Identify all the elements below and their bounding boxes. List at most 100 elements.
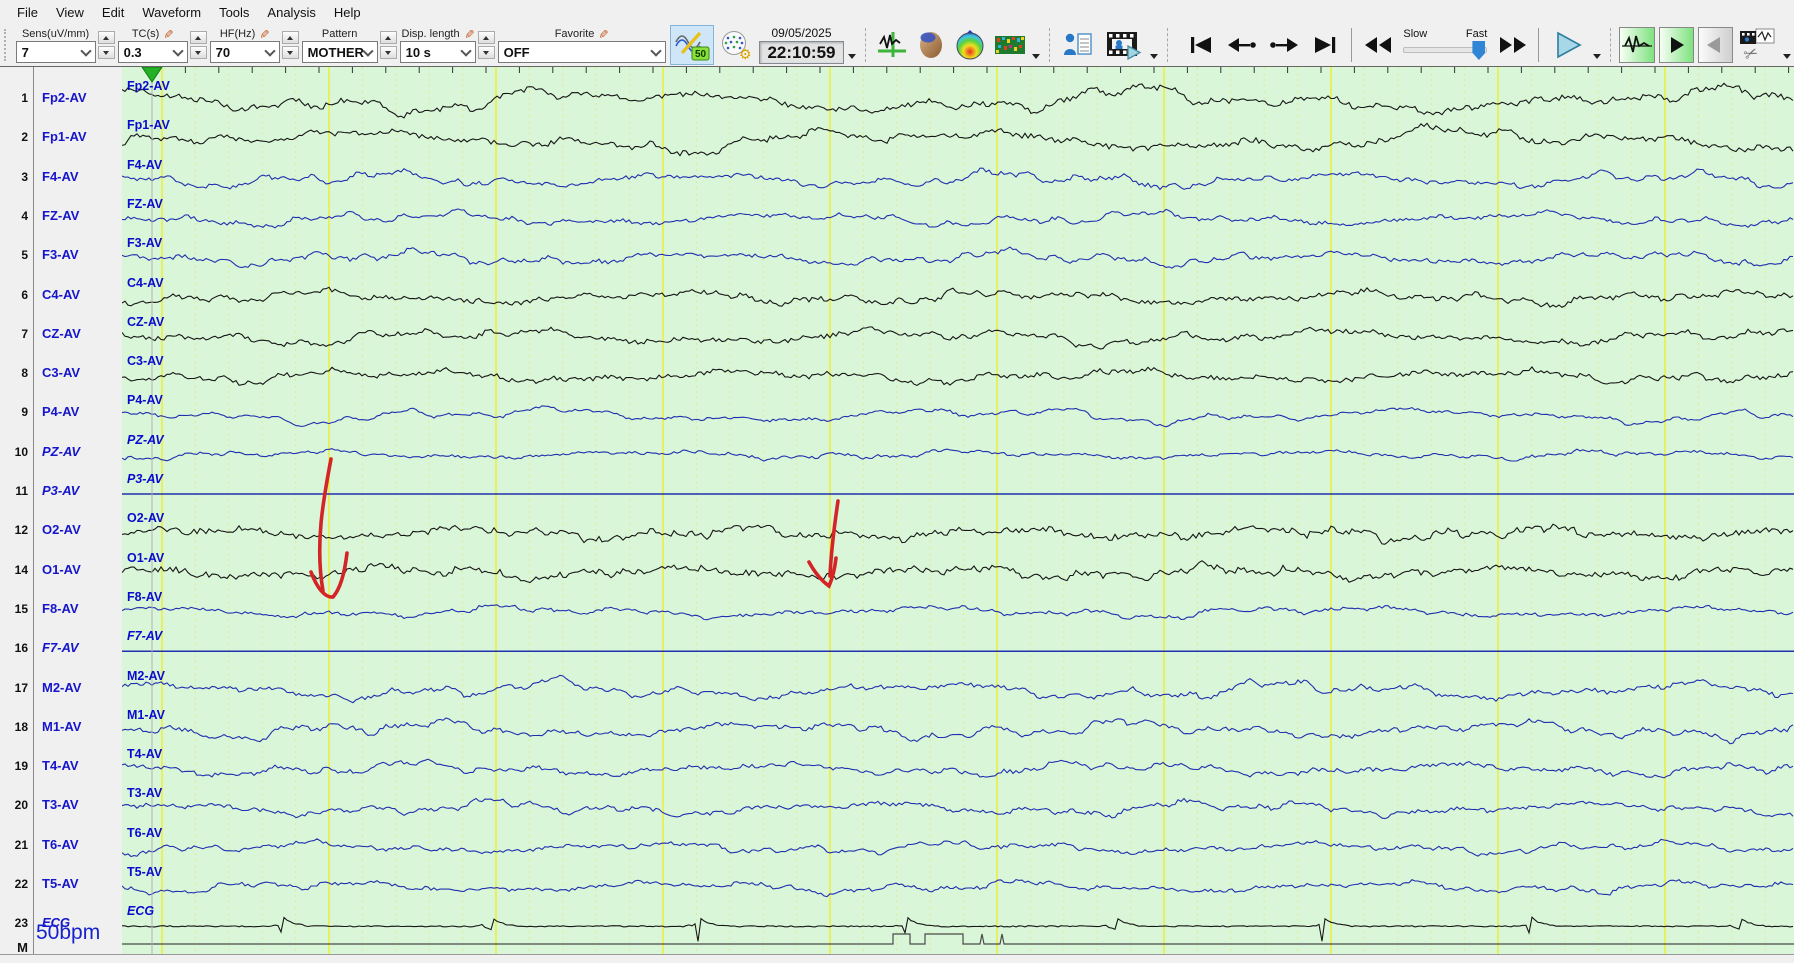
channel-label-f8-av[interactable]: F8-AV <box>42 601 79 616</box>
review-waveform-button[interactable] <box>1619 27 1655 63</box>
menu-help[interactable]: Help <box>325 2 370 23</box>
disp-length-combobox[interactable]: 10 s <box>399 41 476 63</box>
patient-info-button[interactable] <box>1058 25 1099 65</box>
video-options-arrow[interactable] <box>1149 54 1158 59</box>
play-options-arrow[interactable] <box>1592 54 1601 59</box>
skip-to-start-button[interactable] <box>1183 25 1220 65</box>
channel-label-cz-av[interactable]: CZ-AV <box>42 326 81 341</box>
channel-label-p4-av[interactable]: P4-AV <box>42 404 79 419</box>
channel-label-o1-av[interactable]: O1-AV <box>42 562 81 577</box>
chevron-down-icon <box>79 44 92 57</box>
speed-slider-thumb[interactable] <box>1472 41 1486 60</box>
toolbar-separator <box>1166 28 1169 62</box>
pattern-combobox[interactable]: MOTHER <box>301 41 378 63</box>
step-forward-button[interactable] <box>1264 25 1305 65</box>
channel-number: 14 <box>14 562 28 577</box>
channel-label-c3-av[interactable]: C3-AV <box>42 365 80 380</box>
pattern-spin-up[interactable] <box>379 31 397 44</box>
record-time[interactable]: 22:10:59 <box>759 41 844 64</box>
filter-50-icon: 50 <box>675 31 710 61</box>
play-button[interactable] <box>1547 25 1589 65</box>
hf-spin-down[interactable] <box>281 46 299 59</box>
montage-settings-button[interactable]: ⚙ <box>716 25 757 65</box>
play-forward-green-button[interactable] <box>1658 27 1694 63</box>
step-back-button[interactable] <box>1221 25 1262 65</box>
sens-spin-up[interactable] <box>97 31 115 44</box>
review-modes-arrow[interactable] <box>1031 54 1040 59</box>
channel-label-t6-av[interactable]: T6-AV <box>42 837 79 852</box>
channel-number: 6 <box>21 287 28 302</box>
edit-pencil-icon[interactable]: ✎ <box>596 28 610 38</box>
channel-label-p3-av[interactable]: P3-AV <box>42 483 79 498</box>
hf-combobox[interactable]: 70 <box>209 41 280 63</box>
annotation-layer <box>141 67 840 956</box>
tc-combobox[interactable]: 0.3 <box>117 41 188 63</box>
edit-pencil-icon[interactable]: ✎ <box>161 28 175 38</box>
channel-label-f3-av[interactable]: F3-AV <box>42 247 79 262</box>
disp-length-spin-down[interactable] <box>477 46 495 59</box>
channel-label-t4-av[interactable]: T4-AV <box>42 758 79 773</box>
video-button[interactable] <box>1100 25 1146 65</box>
menu-waveform[interactable]: Waveform <box>133 2 210 23</box>
channel-label-m1-av[interactable]: M1-AV <box>42 719 81 734</box>
trace-label-o1-av: O1-AV <box>127 550 165 565</box>
hf-group: HF(Hz) ✎ 70 <box>209 26 299 64</box>
trace-label-fp2-av: Fp2-AV <box>127 79 170 93</box>
sens-spin-down[interactable] <box>97 46 115 59</box>
scissors-icon: ✂ <box>1741 42 1761 62</box>
toolbar: Sens(uV/mm) 7 TC(s) ✎ 0.3 HF(Hz) ✎ 70 Patt… <box>0 24 1794 66</box>
channel-label-m2-av[interactable]: M2-AV <box>42 680 81 695</box>
trace-label-c4-av: C4-AV <box>127 275 164 290</box>
disp-length-spin-up[interactable] <box>477 31 495 44</box>
play-reverse-disabled-button[interactable] <box>1697 27 1733 63</box>
menu-edit[interactable]: Edit <box>93 2 133 23</box>
channel-label-fz-av[interactable]: FZ-AV <box>42 208 79 223</box>
speed-slider[interactable]: Slow Fast <box>1399 26 1491 64</box>
tc-spin-down[interactable] <box>189 46 207 59</box>
channel-number: 3 <box>21 169 28 184</box>
channel-number: 21 <box>14 837 28 852</box>
channel-label-fp1-av[interactable]: Fp1-AV <box>42 129 87 144</box>
clip-video-button[interactable]: ✂ <box>1736 25 1780 65</box>
hf-spin-up[interactable] <box>281 31 299 44</box>
datetime-display: 09/05/2025 22:10:59 <box>759 26 844 64</box>
channel-label-f7-av[interactable]: F7-AV <box>42 640 79 655</box>
rewind-button[interactable] <box>1359 25 1396 65</box>
trace-label-c3-av: C3-AV <box>127 354 164 369</box>
tc-spin-up[interactable] <box>189 31 207 44</box>
toolbar-separator <box>864 28 867 62</box>
channel-label-c4-av[interactable]: C4-AV <box>42 287 80 302</box>
channel-label-t5-av[interactable]: T5-AV <box>42 876 79 891</box>
head-3d-map-button[interactable] <box>912 25 949 65</box>
topo-map-button[interactable] <box>951 25 988 65</box>
spectrogram-button[interactable] <box>990 25 1029 65</box>
channel-number: 19 <box>14 759 28 774</box>
ac-filter-50-button[interactable]: 50 <box>669 25 714 65</box>
waveform-review-button[interactable] <box>873 25 910 65</box>
trace-label-f8-av: F8-AV <box>127 589 163 604</box>
edit-pencil-icon[interactable]: ✎ <box>462 28 476 38</box>
skip-to-end-button[interactable] <box>1307 25 1344 65</box>
favorite-combobox[interactable]: OFF <box>497 41 666 63</box>
clip-options-arrow[interactable] <box>1782 54 1791 59</box>
edit-pencil-icon[interactable]: ✎ <box>257 28 271 38</box>
toolbar-grip[interactable] <box>4 29 11 61</box>
menu-file[interactable]: File <box>8 2 47 23</box>
channel-label-o2-av[interactable]: O2-AV <box>42 522 81 537</box>
channel-label-f4-av[interactable]: F4-AV <box>42 169 79 184</box>
menu-analysis[interactable]: Analysis <box>258 2 324 23</box>
heart-rate-label: 50bpm <box>36 921 101 944</box>
menu-tools[interactable]: Tools <box>210 2 258 23</box>
channel-number: 5 <box>21 248 28 263</box>
waveform-plot[interactable]: Fp2-AV Fp1-AV F4-AV FZ-AV F3-AV C4-AV CZ-AV C3-… <box>122 67 1794 956</box>
datetime-options-arrow[interactable] <box>847 54 856 59</box>
pattern-spin-down[interactable] <box>379 46 397 59</box>
sens-combobox[interactable]: 7 <box>15 41 96 63</box>
fast-forward-button[interactable] <box>1494 25 1531 65</box>
trace-label-t5-av: T5-AV <box>127 865 163 879</box>
speed-slider-track[interactable] <box>1403 41 1488 60</box>
channel-label-fp2-av[interactable]: Fp2-AV <box>42 90 87 105</box>
menu-view[interactable]: View <box>47 2 93 23</box>
channel-label-t3-av[interactable]: T3-AV <box>42 797 79 812</box>
channel-label-pz-av[interactable]: PZ-AV <box>42 444 80 459</box>
